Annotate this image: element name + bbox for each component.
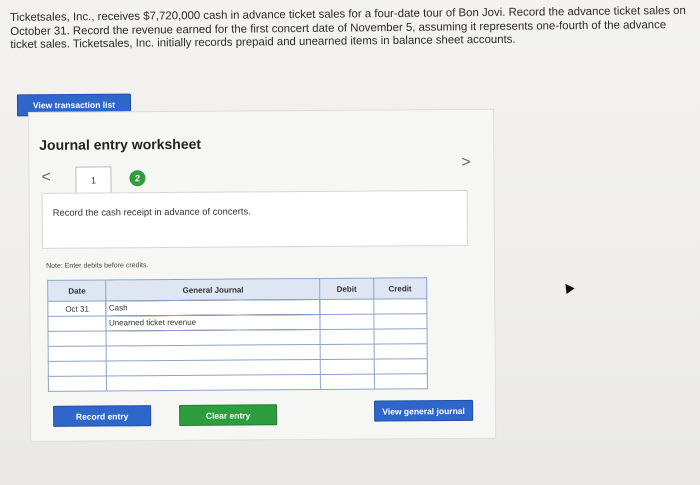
date-cell: Oct 31 — [47, 300, 107, 317]
mouse-cursor-icon — [561, 280, 575, 295]
clear-entry-button[interactable]: Clear entry — [179, 404, 278, 426]
account-field[interactable] — [106, 329, 321, 346]
debit-field[interactable] — [320, 314, 374, 330]
debit-field[interactable] — [320, 374, 375, 390]
credit-field[interactable] — [373, 328, 428, 345]
date-cell — [47, 315, 107, 332]
account-field[interactable] — [106, 359, 321, 376]
tab-2[interactable]: 2 — [129, 170, 146, 187]
instruction-box: Record the cash receipt in advance of co… — [41, 189, 468, 249]
journal-table: Date General Journal Debit Credit Oct 31… — [47, 277, 428, 392]
header-general-journal: General Journal — [106, 278, 320, 301]
account-field[interactable] — [106, 344, 321, 361]
view-general-journal-button[interactable]: View general journal — [374, 399, 474, 422]
journal-entry-worksheet: Journal entry worksheet < > 1 2 Record t… — [28, 108, 497, 442]
header-credit: Credit — [373, 277, 427, 300]
date-cell — [48, 330, 107, 347]
credit-field[interactable] — [373, 373, 428, 390]
tab-1[interactable]: 1 — [75, 166, 112, 195]
date-cell — [48, 360, 107, 377]
credit-field[interactable] — [373, 358, 428, 375]
instruction-text: Record the cash receipt in advance of co… — [52, 205, 251, 218]
credit-field[interactable] — [373, 343, 428, 360]
debit-field[interactable] — [320, 329, 374, 345]
account-field[interactable] — [106, 374, 321, 391]
account-cell[interactable]: Unearned ticket revenue — [105, 313, 321, 332]
table-row — [48, 373, 428, 392]
credit-field[interactable] — [373, 298, 427, 315]
debit-field[interactable] — [319, 299, 374, 315]
header-date: Date — [47, 279, 107, 302]
date-cell — [48, 375, 107, 392]
problem-statement: Ticketsales, Inc., receives $7,720,000 c… — [10, 5, 690, 53]
prev-arrow-icon[interactable]: < — [41, 169, 50, 187]
next-arrow-icon[interactable]: > — [461, 154, 470, 172]
worksheet-title: Journal entry worksheet — [39, 135, 202, 153]
debit-field[interactable] — [320, 344, 374, 360]
header-debit: Debit — [319, 278, 374, 300]
note-text: Note: Enter debits before credits. — [46, 262, 149, 270]
date-cell — [48, 345, 107, 362]
debit-field[interactable] — [320, 359, 374, 375]
credit-field[interactable] — [373, 313, 428, 330]
record-entry-button[interactable]: Record entry — [53, 405, 152, 427]
